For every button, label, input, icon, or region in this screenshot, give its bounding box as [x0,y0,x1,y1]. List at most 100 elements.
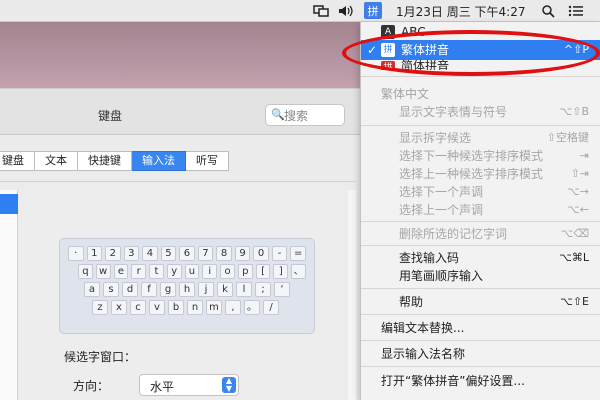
chevron-updown-icon: ▲ ▼ [222,377,236,393]
keyboard-key: ‘ [274,282,290,297]
direction-label: 方向： [73,379,110,393]
keyboard-row: z x c v b n m,。 / [92,300,306,315]
keyboard-key: 5 [160,246,177,261]
menu-separator [361,366,600,367]
search-field[interactable]: 🔍 搜索 [265,104,345,126]
menu-item-label: 打开“繁体拼音”偏好设置... [381,374,525,388]
menu-item-label: 选择上一种候选字排序模式 [399,167,544,181]
input-source-list[interactable] [0,190,18,400]
menu-item-prev-sort[interactable]: 选择上一种候选字排序模式 ⇧⇥ [361,164,600,184]
keyboard-key: 0 [253,246,269,261]
keyboard-key: h [179,282,195,297]
keyboard-key: g [160,282,176,297]
tab-keyboard[interactable]: 键盘 [0,151,35,171]
red-annotation-ellipse [342,30,600,76]
menu-item-shortcut: ⌥⌫ [560,227,589,240]
menu-item-label: 选择下一种候选字排序模式 [399,149,544,163]
keyboard-key: o [220,264,235,279]
menu-item-stroke-input[interactable]: 用笔画顺序输入 [361,266,600,286]
keyboard-key: 9 [234,246,251,261]
keyboard-row: q w e r t y u i o p[]、 [78,264,306,279]
keyboard-key: ; [255,282,271,297]
keyboard-key: 6 [179,246,195,261]
candidate-window-label: 候选字窗口： [64,350,137,364]
keyboard-key: b [168,300,184,315]
menu-item-label: 显示输入法名称 [381,347,466,361]
menu-item-edit-text-replacement[interactable]: 编辑文本替换... [361,318,600,338]
menu-separator [361,221,600,222]
input-sources-panel: · 1 2 3 4 5 6 7 8 9 0- = q w e r t y u i o p[]、 a s d f g h j k l; ‘ … [0,181,356,400]
menu-separator [361,288,600,289]
input-source-selected[interactable] [0,194,18,214]
menu-item-next-sort[interactable]: 选择下一种候选字排序模式 ⇥ [361,146,600,166]
menu-bar: 拼 1月23日 周三 下午4:27 [0,0,600,22]
menu-item-label: 显示拆字候选 [399,131,472,145]
keyboard-key: t [149,264,164,279]
keyboard-key: r [131,264,147,279]
menu-item-shortcut: ⌥⇧E [560,295,589,308]
volume-icon[interactable] [338,3,354,19]
keyboard-key: 、 [291,264,306,279]
tab-text[interactable]: 文本 [35,151,78,171]
keyboard-layout-preview: · 1 2 3 4 5 6 7 8 9 0- = q w e r t y u i o p[]、 a s d f g h j k l; ‘ … [59,238,315,334]
menu-item-shortcut: ⌥⇧B [559,105,589,118]
window-title: 键盘 [98,109,123,123]
menu-item-open-preferences[interactable]: 打开“繁体拼音”偏好设置... [361,371,600,391]
keyboard-key: k [217,282,233,297]
input-source-detail: · 1 2 3 4 5 6 7 8 9 0- = q w e r t y u i o p[]、 a s d f g h j k l; ‘ … [19,190,349,400]
menu-item-shortcut: ⇥ [579,149,589,162]
menu-item-prev-tone[interactable]: 选择上一个声调 ⌥← [361,200,600,220]
search-placeholder: 搜索 [284,108,309,123]
keyboard-key: ] [273,264,289,279]
keyboard-key: = [290,246,306,261]
keyboard-key: [ [255,264,271,279]
menu-item-delete-memory[interactable]: 删除所选的记忆字词 ⌥⌫ [361,224,600,244]
keyboard-key: z [92,300,108,315]
menu-item-label: 删除所选的记忆字词 [399,227,508,241]
keyboard-preferences-window: 键盘 🔍 搜索 键盘 文本 快捷键 输入法 听写 · 1 2 3 4 5 6 7 8 9 0- = q… [0,88,362,400]
list-icon[interactable] [566,3,586,19]
input-method-menu: A ABC ✓ 拼 繁体拼音 ^⇧P 拼 简体拼音 繁体中文 显示文字表情与符号… [360,22,600,400]
menu-item-help[interactable]: 帮助 ⌥⇧E [361,292,600,312]
menu-bar-clock[interactable]: 1月23日 周三 下午4:27 [396,3,525,20]
menu-separator [361,76,600,77]
keyboard-key: 2 [105,246,121,261]
keyboard-key: y [166,264,182,279]
menu-separator [361,125,600,126]
menu-item-show-input-name[interactable]: 显示输入法名称 [361,344,600,364]
keyboard-key: 1 [86,246,103,261]
keyboard-key: e [113,264,129,279]
menu-item-label: 查找输入码 [399,251,460,265]
menu-item-label: 编辑文本替换... [381,321,465,335]
keyboard-key: 7 [197,246,214,261]
keyboard-key: s [103,282,119,297]
direction-select[interactable]: 水平 ▲ ▼ [139,374,239,396]
menu-item-shortcut: ⇧空格键 [546,131,589,144]
tab-dictation[interactable]: 听写 [186,151,229,171]
input-method-icon[interactable]: 拼 [364,2,382,19]
keyboard-key: v [149,300,165,315]
keyboard-key: , [225,300,241,315]
tab-shortcuts[interactable]: 快捷键 [78,151,132,171]
keyboard-key: d [122,282,138,297]
menu-item-label: 选择下一个声调 [399,185,484,199]
menu-item-show-emoji[interactable]: 显示文字表情与符号 ⌥⇧B [361,102,600,122]
search-icon[interactable] [540,3,556,19]
menu-separator [361,340,600,341]
keyboard-key: 。 [244,300,260,315]
menu-separator [361,314,600,315]
keyboard-key: u [184,264,200,279]
tab-input-sources[interactable]: 输入法 [132,151,186,171]
display-icon[interactable] [312,3,330,19]
keyboard-key: f [141,282,157,297]
scrollbar[interactable] [348,190,356,400]
keyboard-key: q [78,264,93,279]
keyboard-key: · [68,246,84,261]
menu-item-show-split[interactable]: 显示拆字候选 ⇧空格键 [361,128,600,148]
menu-item-label: 帮助 [399,295,424,309]
keyboard-key: n [187,300,203,315]
menu-item-next-tone[interactable]: 选择下一个声调 ⌥→ [361,182,600,202]
keyboard-key: / [263,300,279,315]
menu-item-find-code[interactable]: 查找输入码 ⌥⌘L [361,248,600,268]
menu-item-label: 显示文字表情与符号 [399,105,508,119]
